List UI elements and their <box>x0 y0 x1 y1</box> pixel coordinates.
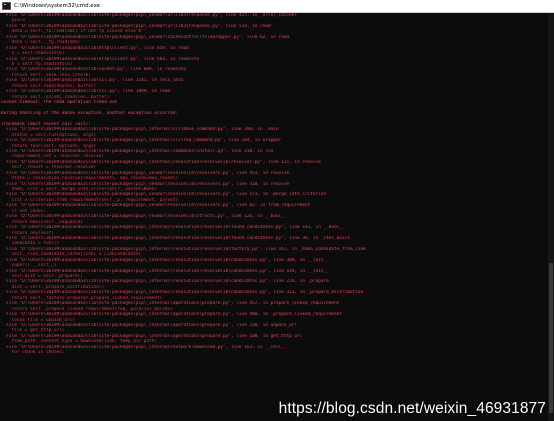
cmd-window: C:\Windows\system32\cmd.exe File "D:\Use… <box>0 0 554 421</box>
watermark-url: https://blog.csdn.net/weixin_46931877 <box>278 400 546 417</box>
window-title: C:\Windows\system32\cmd.exe <box>14 3 101 9</box>
title-bar[interactable]: C:\Windows\system32\cmd.exe <box>0 0 554 13</box>
scrollbar-thumb[interactable] <box>549 263 553 413</box>
vertical-scrollbar[interactable] <box>548 13 554 421</box>
cmd-console-icon <box>2 2 11 10</box>
console-output[interactable]: File "D:\Users\36199\anaconda3\lib\site-… <box>0 13 548 421</box>
console-line: for chunk in chunks: <box>1 350 65 356</box>
